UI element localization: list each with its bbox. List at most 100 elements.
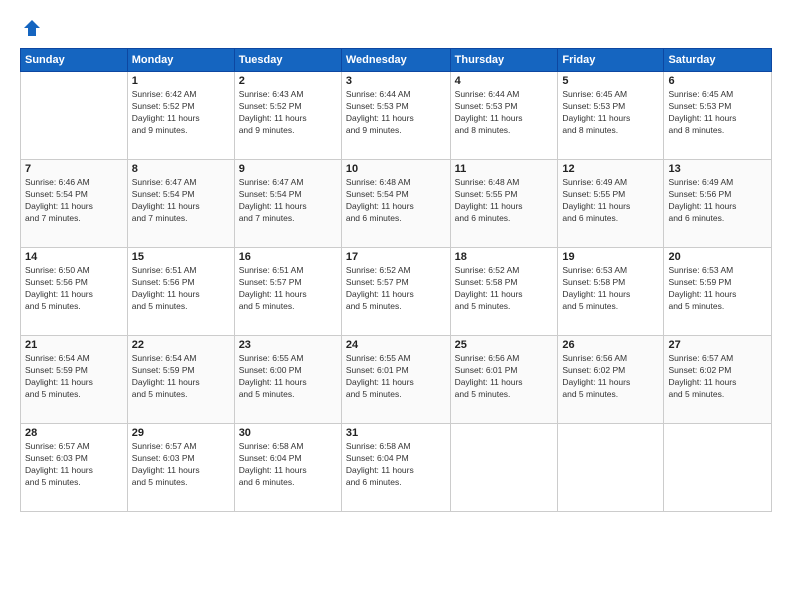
calendar-cell	[558, 424, 664, 512]
day-number: 28	[25, 427, 123, 439]
calendar-cell: 17 Sunrise: 6:52 AMSunset: 5:57 PMDayligh…	[341, 248, 450, 336]
day-number: 3	[346, 75, 446, 87]
logo	[20, 18, 42, 38]
calendar-cell: 29 Sunrise: 6:57 AMSunset: 6:03 PMDayligh…	[127, 424, 234, 512]
day-info: Sunrise: 6:50 AMSunset: 5:56 PMDaylight:…	[25, 265, 123, 313]
day-number: 17	[346, 251, 446, 263]
day-number: 11	[455, 163, 554, 175]
header	[20, 18, 772, 38]
day-info: Sunrise: 6:58 AMSunset: 6:04 PMDaylight:…	[346, 441, 446, 489]
day-number: 4	[455, 75, 554, 87]
day-number: 30	[239, 427, 337, 439]
day-info: Sunrise: 6:54 AMSunset: 5:59 PMDaylight:…	[25, 353, 123, 401]
day-number: 21	[25, 339, 123, 351]
day-info: Sunrise: 6:52 AMSunset: 5:58 PMDaylight:…	[455, 265, 554, 313]
day-number: 26	[562, 339, 659, 351]
calendar-cell: 25 Sunrise: 6:56 AMSunset: 6:01 PMDayligh…	[450, 336, 558, 424]
day-number: 29	[132, 427, 230, 439]
calendar: SundayMondayTuesdayWednesdayThursdayFrid…	[20, 48, 772, 512]
day-number: 12	[562, 163, 659, 175]
calendar-cell: 13 Sunrise: 6:49 AMSunset: 5:56 PMDayligh…	[664, 160, 772, 248]
day-info: Sunrise: 6:56 AMSunset: 6:02 PMDaylight:…	[562, 353, 659, 401]
day-info: Sunrise: 6:57 AMSunset: 6:03 PMDaylight:…	[132, 441, 230, 489]
day-number: 25	[455, 339, 554, 351]
day-number: 1	[132, 75, 230, 87]
day-info: Sunrise: 6:51 AMSunset: 5:56 PMDaylight:…	[132, 265, 230, 313]
day-info: Sunrise: 6:52 AMSunset: 5:57 PMDaylight:…	[346, 265, 446, 313]
day-info: Sunrise: 6:56 AMSunset: 6:01 PMDaylight:…	[455, 353, 554, 401]
calendar-cell: 1 Sunrise: 6:42 AMSunset: 5:52 PMDaylight…	[127, 72, 234, 160]
day-info: Sunrise: 6:53 AMSunset: 5:59 PMDaylight:…	[668, 265, 767, 313]
calendar-cell: 28Sunrise: 6:57 AMSunset: 6:03 PMDayligh…	[21, 424, 128, 512]
calendar-cell	[21, 72, 128, 160]
day-info: Sunrise: 6:47 AMSunset: 5:54 PMDaylight:…	[132, 177, 230, 225]
calendar-cell: 12 Sunrise: 6:49 AMSunset: 5:55 PMDayligh…	[558, 160, 664, 248]
calendar-cell: 9Sunrise: 6:47 AMSunset: 5:54 PMDaylight…	[234, 160, 341, 248]
calendar-week-4: 21 Sunrise: 6:54 AMSunset: 5:59 PMDayligh…	[21, 336, 772, 424]
calendar-cell: 30 Sunrise: 6:58 AMSunset: 6:04 PMDayligh…	[234, 424, 341, 512]
day-number: 6	[668, 75, 767, 87]
calendar-cell: 2Sunrise: 6:43 AMSunset: 5:52 PMDaylight…	[234, 72, 341, 160]
day-info: Sunrise: 6:49 AMSunset: 5:56 PMDaylight:…	[668, 177, 767, 225]
calendar-cell: 21 Sunrise: 6:54 AMSunset: 5:59 PMDayligh…	[21, 336, 128, 424]
day-info: Sunrise: 6:53 AMSunset: 5:58 PMDaylight:…	[562, 265, 659, 313]
day-info: Sunrise: 6:57 AMSunset: 6:02 PMDaylight:…	[668, 353, 767, 401]
day-number: 19	[562, 251, 659, 263]
day-info: Sunrise: 6:45 AMSunset: 5:53 PMDaylight:…	[562, 89, 659, 137]
calendar-cell: 16 Sunrise: 6:51 AMSunset: 5:57 PMDayligh…	[234, 248, 341, 336]
day-info: Sunrise: 6:48 AMSunset: 5:55 PMDaylight:…	[455, 177, 554, 225]
day-number: 31	[346, 427, 446, 439]
day-info: Sunrise: 6:48 AMSunset: 5:54 PMDaylight:…	[346, 177, 446, 225]
col-header-monday: Monday	[127, 49, 234, 72]
calendar-week-5: 28 Sunrise: 6:57 AMSunset: 6:03 PMDayligh…	[21, 424, 772, 512]
calendar-cell: 6 Sunrise: 6:45 AMSunset: 5:53 PMDaylight…	[664, 72, 772, 160]
day-info: Sunrise: 6:42 AMSunset: 5:52 PMDaylight:…	[132, 89, 230, 137]
day-number: 15	[132, 251, 230, 263]
day-info: Sunrise: 6:55 AMSunset: 6:00 PMDaylight:…	[239, 353, 337, 401]
day-info: Sunrise: 6:46 AMSunset: 5:54 PMDaylight:…	[25, 177, 123, 225]
calendar-cell: 20 Sunrise: 6:53 AMSunset: 5:59 PMDayligh…	[664, 248, 772, 336]
day-number: 10	[346, 163, 446, 175]
day-info: Sunrise: 6:47 AMSunset: 5:54 PMDaylight:…	[239, 177, 337, 225]
day-info: Sunrise: 6:51 AMSunset: 5:57 PMDaylight:…	[239, 265, 337, 313]
calendar-cell: 15 Sunrise: 6:51 AMSunset: 5:56 PMDayligh…	[127, 248, 234, 336]
calendar-week-1: 1 Sunrise: 6:42 AMSunset: 5:52 PMDaylight…	[21, 72, 772, 160]
calendar-cell: 3 Sunrise: 6:44 AMSunset: 5:53 PMDaylight…	[341, 72, 450, 160]
calendar-cell	[450, 424, 558, 512]
day-number: 13	[668, 163, 767, 175]
calendar-week-2: 7 Sunrise: 6:46 AMSunset: 5:54 PMDaylight…	[21, 160, 772, 248]
day-info: Sunrise: 6:44 AMSunset: 5:53 PMDaylight:…	[455, 89, 554, 137]
day-number: 20	[668, 251, 767, 263]
calendar-cell: 31 Sunrise: 6:58 AMSunset: 6:04 PMDayligh…	[341, 424, 450, 512]
day-info: Sunrise: 6:55 AMSunset: 6:01 PMDaylight:…	[346, 353, 446, 401]
day-number: 27	[668, 339, 767, 351]
col-header-friday: Friday	[558, 49, 664, 72]
calendar-cell: 23 Sunrise: 6:55 AMSunset: 6:00 PMDayligh…	[234, 336, 341, 424]
calendar-header-row: SundayMondayTuesdayWednesdayThursdayFrid…	[21, 49, 772, 72]
calendar-cell: 24Sunrise: 6:55 AMSunset: 6:01 PMDayligh…	[341, 336, 450, 424]
calendar-cell: 8Sunrise: 6:47 AMSunset: 5:54 PMDaylight…	[127, 160, 234, 248]
calendar-cell: 26 Sunrise: 6:56 AMSunset: 6:02 PMDayligh…	[558, 336, 664, 424]
logo-icon	[22, 18, 42, 38]
day-info: Sunrise: 6:44 AMSunset: 5:53 PMDaylight:…	[346, 89, 446, 137]
day-number: 14	[25, 251, 123, 263]
calendar-cell: 7 Sunrise: 6:46 AMSunset: 5:54 PMDaylight…	[21, 160, 128, 248]
day-info: Sunrise: 6:58 AMSunset: 6:04 PMDaylight:…	[239, 441, 337, 489]
day-number: 16	[239, 251, 337, 263]
col-header-wednesday: Wednesday	[341, 49, 450, 72]
day-info: Sunrise: 6:45 AMSunset: 5:53 PMDaylight:…	[668, 89, 767, 137]
calendar-cell: 19 Sunrise: 6:53 AMSunset: 5:58 PMDayligh…	[558, 248, 664, 336]
calendar-cell: 11 Sunrise: 6:48 AMSunset: 5:55 PMDayligh…	[450, 160, 558, 248]
calendar-cell	[664, 424, 772, 512]
day-number: 7	[25, 163, 123, 175]
col-header-sunday: Sunday	[21, 49, 128, 72]
col-header-saturday: Saturday	[664, 49, 772, 72]
calendar-cell: 18Sunrise: 6:52 AMSunset: 5:58 PMDayligh…	[450, 248, 558, 336]
day-number: 2	[239, 75, 337, 87]
calendar-cell: 14 Sunrise: 6:50 AMSunset: 5:56 PMDayligh…	[21, 248, 128, 336]
calendar-cell: 10 Sunrise: 6:48 AMSunset: 5:54 PMDayligh…	[341, 160, 450, 248]
calendar-cell: 22Sunrise: 6:54 AMSunset: 5:59 PMDayligh…	[127, 336, 234, 424]
col-header-thursday: Thursday	[450, 49, 558, 72]
day-info: Sunrise: 6:49 AMSunset: 5:55 PMDaylight:…	[562, 177, 659, 225]
day-number: 23	[239, 339, 337, 351]
